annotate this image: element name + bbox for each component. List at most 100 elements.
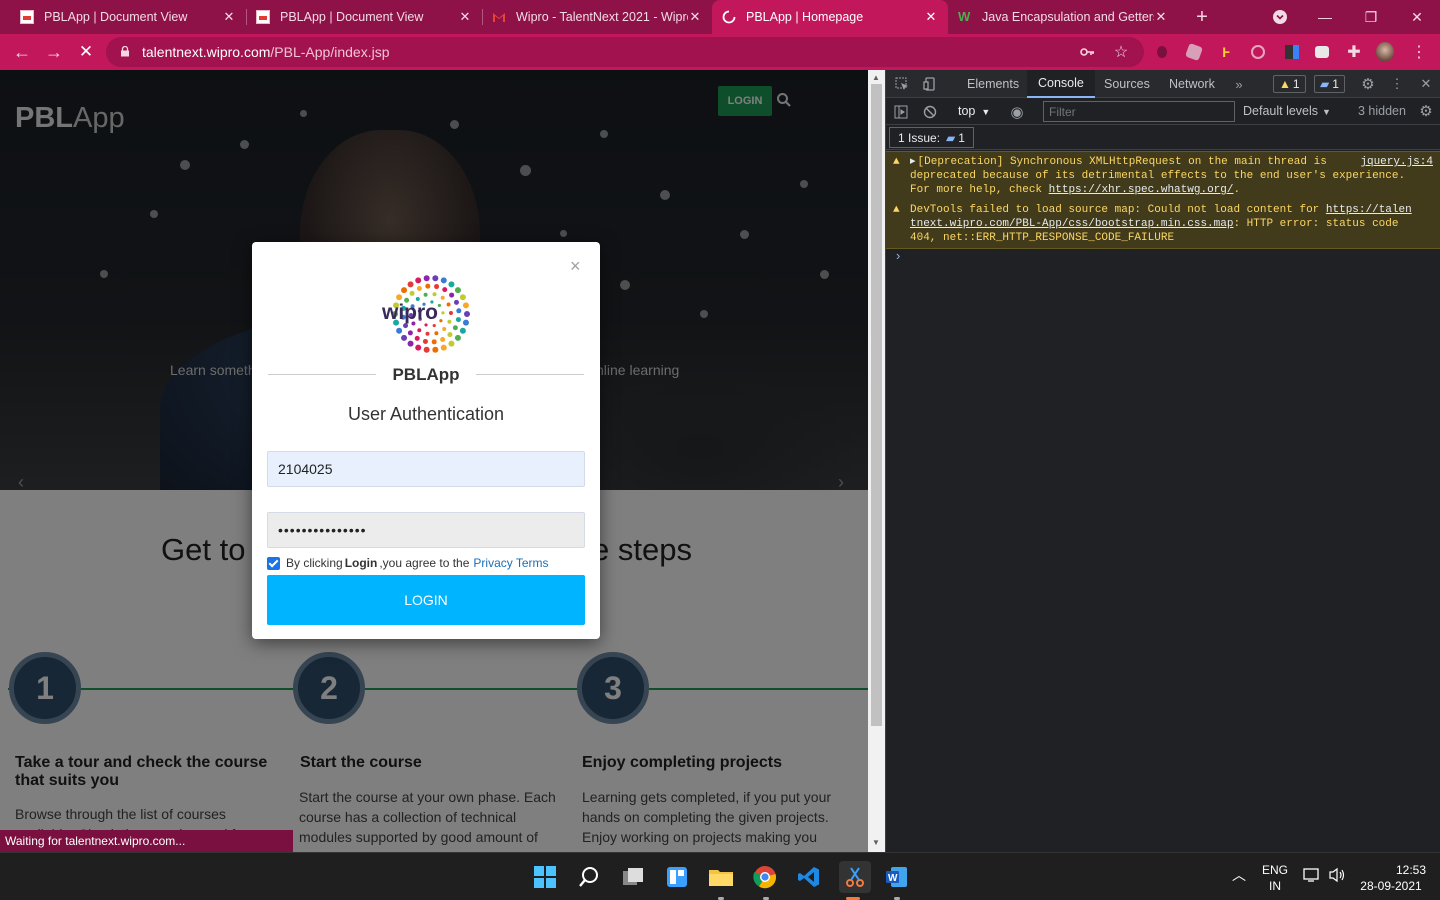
restore-window-icon[interactable]: ❐ [1348, 0, 1394, 34]
word-icon[interactable]: W [883, 863, 911, 891]
extension-icon[interactable] [1249, 43, 1267, 61]
network-icon[interactable] [1303, 867, 1321, 887]
tab-network[interactable]: Network [1158, 70, 1226, 98]
context-selector[interactable]: top ▼ [958, 104, 990, 118]
page-scrollbar[interactable]: ▲ ▼ [868, 70, 885, 852]
close-devtools-icon[interactable]: ✕ [1418, 76, 1434, 92]
tab-title: Wipro - TalentNext 2021 - Wipro [516, 10, 688, 24]
devtools-menu-icon[interactable]: ⋮ [1389, 76, 1405, 92]
source-link[interactable]: jquery.js:4 [1360, 155, 1433, 169]
console-filter-input[interactable] [1043, 101, 1235, 122]
inspect-element-icon[interactable] [894, 76, 910, 92]
messages-count: 1 [1332, 77, 1339, 91]
warning-text: . [1233, 184, 1241, 196]
issues-button[interactable]: 1 Issue: ▰ 1 [889, 127, 974, 148]
username-field[interactable] [267, 451, 585, 487]
browser-tab-5[interactable]: W Java Encapsulation and Getters and Set… [948, 0, 1178, 34]
extension-icon[interactable] [1283, 43, 1301, 61]
minimize-window-icon[interactable]: — [1302, 0, 1348, 34]
close-tab-icon[interactable]: ✕ [458, 9, 472, 25]
scroll-down-icon[interactable]: ▼ [872, 838, 880, 847]
sourcemap-link[interactable]: https://talen [1326, 204, 1412, 216]
file-explorer-icon[interactable] [707, 863, 735, 891]
browser-tab-3[interactable]: Wipro - TalentNext 2021 - Wipro ✕ [482, 0, 712, 34]
back-arrow-icon[interactable]: ← [10, 40, 34, 64]
language-indicator[interactable]: ENG IN [1258, 862, 1292, 894]
bookmark-star-icon[interactable]: ☆ [1112, 43, 1130, 61]
browser-tab-1[interactable]: PBLApp | Document View ✕ [10, 0, 246, 34]
show-hidden-icons-icon[interactable]: ︿ [1232, 867, 1246, 883]
settings-gear-icon[interactable]: ⚙ [1360, 76, 1376, 93]
warnings-badge[interactable]: ▲ 1 [1273, 75, 1306, 93]
tab-search-icon[interactable] [1258, 0, 1302, 34]
more-tabs-icon[interactable]: » [1231, 76, 1247, 92]
tab-sources[interactable]: Sources [1093, 70, 1161, 98]
close-tab-icon[interactable]: ✕ [688, 9, 702, 25]
logo-dot [401, 287, 408, 294]
search-icon[interactable] [575, 863, 603, 891]
tab-elements[interactable]: Elements [956, 70, 1030, 98]
warning-text: [Deprecation] Synchronous XMLHttpRequest… [917, 156, 1327, 168]
address-bar[interactable]: talentnext.wipro.com/PBL-App/index.jsp ☆ [106, 37, 1144, 67]
expand-arrow-icon[interactable]: ▸ [910, 156, 916, 168]
extension-icon[interactable] [1185, 43, 1203, 61]
password-key-icon[interactable] [1078, 43, 1096, 61]
stop-loading-icon[interactable]: ✕ [74, 40, 98, 64]
logo-dot [396, 294, 403, 301]
windows-start-icon[interactable] [531, 863, 559, 891]
close-window-icon[interactable]: ✕ [1394, 0, 1440, 34]
logo-dot [415, 277, 422, 284]
agree-checkbox[interactable] [267, 556, 280, 570]
warning-icon: ▲ [1279, 77, 1291, 91]
scroll-up-icon[interactable]: ▲ [872, 73, 880, 82]
chrome-icon[interactable] [751, 863, 779, 891]
extension-icon[interactable] [1313, 43, 1331, 61]
clear-console-icon[interactable] [922, 104, 938, 120]
browser-tab-2[interactable]: PBLApp | Document View ✕ [246, 0, 482, 34]
close-icon[interactable]: × [570, 256, 581, 277]
new-tab-button[interactable]: + [1180, 0, 1224, 34]
login-button[interactable]: LOGIN [267, 575, 585, 625]
password-field[interactable] [267, 512, 585, 548]
console-warning-message: ▲ ▸ [Deprecation] Synchronous XMLHttpRequ… [886, 151, 1440, 201]
w3schools-icon: W [958, 9, 971, 24]
scrollbar-thumb[interactable] [871, 84, 882, 726]
console-prompt-icon[interactable]: › [896, 248, 900, 263]
extension-icon[interactable] [1153, 43, 1171, 61]
logo-dot [434, 331, 439, 336]
logo-dot [432, 292, 437, 297]
logo-dot [407, 281, 414, 288]
help-link[interactable]: https://xhr.spec.whatwg.org/ [1049, 184, 1234, 196]
console-settings-gear-icon[interactable]: ⚙ [1418, 103, 1434, 120]
volume-icon[interactable] [1328, 867, 1346, 887]
logo-dot [417, 328, 422, 333]
tab-console[interactable]: Console [1027, 70, 1095, 98]
logo-dot [415, 344, 422, 351]
vscode-icon[interactable] [795, 863, 823, 891]
logo-dot [447, 332, 453, 338]
log-levels-dropdown[interactable]: Default levels ▼ [1243, 104, 1331, 118]
close-tab-icon[interactable]: ✕ [924, 9, 938, 25]
browser-tab-4[interactable]: PBLApp | Homepage ✕ [712, 0, 948, 34]
close-tab-icon[interactable]: ✕ [1154, 9, 1168, 25]
privacy-terms-link[interactable]: Privacy Terms [473, 556, 548, 570]
browser-menu-icon[interactable]: ⋮ [1410, 43, 1428, 61]
live-expression-eye-icon[interactable]: ◉ [1009, 104, 1025, 121]
extensions-puzzle-icon[interactable]: ✚ [1345, 43, 1363, 61]
messages-badge[interactable]: ▰ 1 [1314, 75, 1345, 93]
warning-triangle-icon: ▲ [893, 204, 900, 216]
logo-dot [446, 302, 451, 307]
profile-avatar[interactable] [1376, 42, 1394, 62]
forward-arrow-icon[interactable]: → [42, 40, 66, 64]
device-toolbar-icon[interactable] [922, 76, 938, 92]
clock[interactable]: 12:53 28-09-2021 [1356, 862, 1426, 894]
widgets-icon[interactable] [663, 863, 691, 891]
task-view-icon[interactable] [619, 863, 647, 891]
extension-icon[interactable]: Ⱶ [1217, 43, 1235, 61]
snipping-tool-icon[interactable] [839, 861, 871, 893]
sidebar-toggle-icon[interactable] [893, 104, 909, 120]
divider-line [476, 374, 584, 375]
logo-dot [448, 281, 455, 288]
sourcemap-link[interactable]: tnext.wipro.com/PBL-App/css/bootstrap.mi… [910, 218, 1233, 230]
close-tab-icon[interactable]: ✕ [222, 9, 236, 25]
